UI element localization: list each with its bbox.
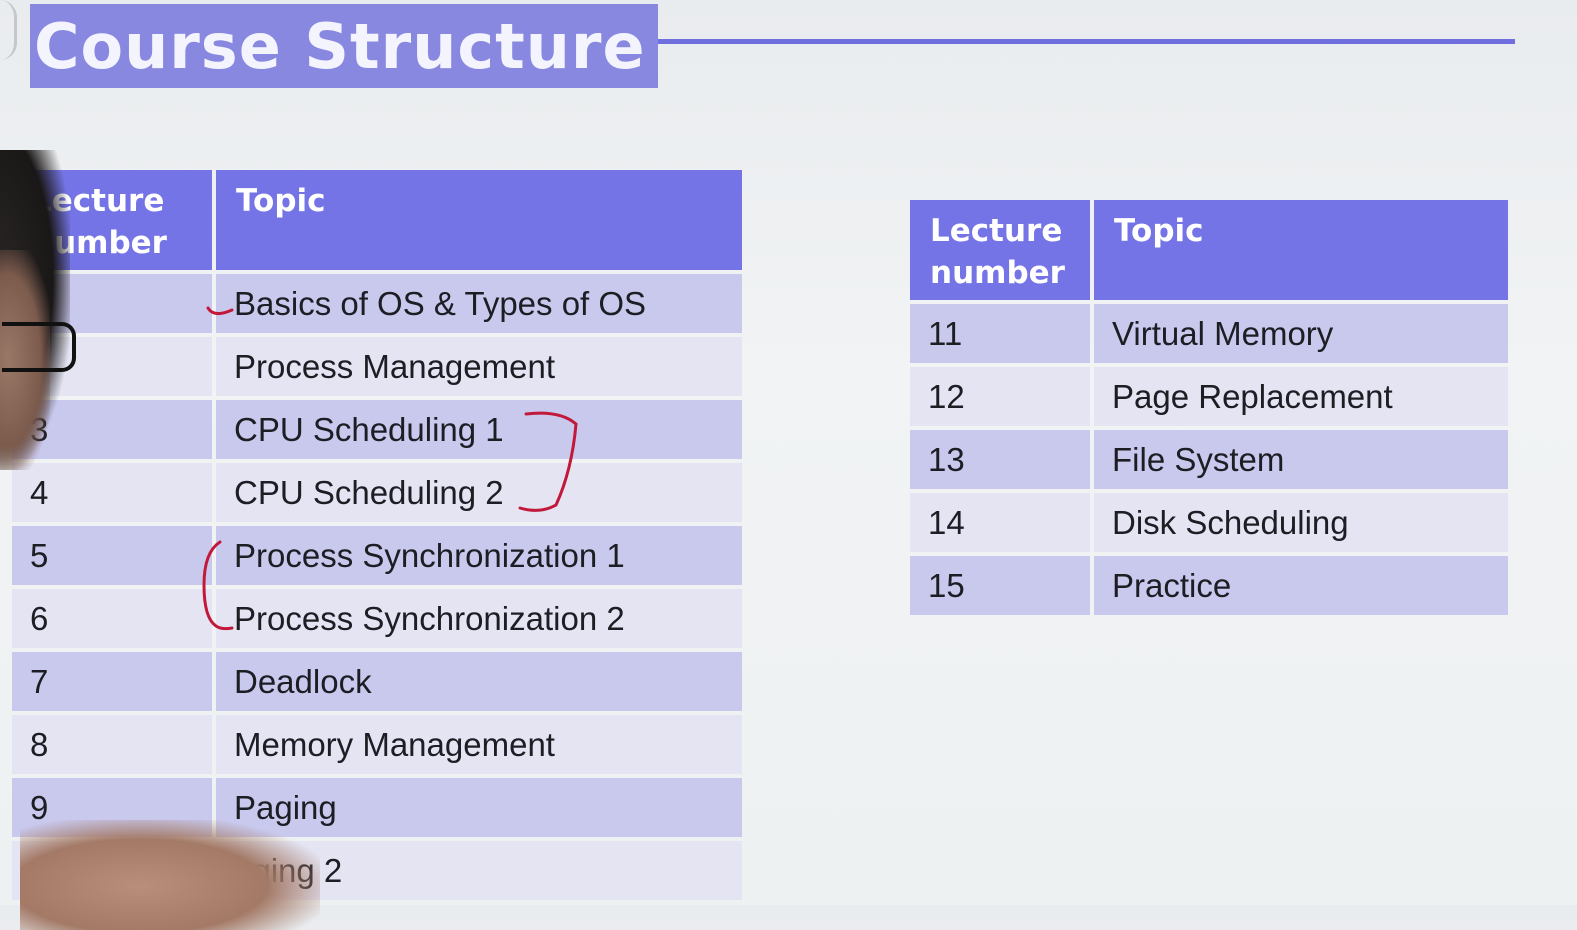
lecture-number: 6 bbox=[12, 589, 212, 648]
header-topic: Topic bbox=[216, 170, 742, 270]
table-row: 4 CPU Scheduling 2 bbox=[12, 463, 742, 522]
lecture-topic: Basics of OS & Types of OS bbox=[216, 274, 742, 333]
header-lecture-number: Lecture number bbox=[910, 200, 1090, 300]
table-row: 13 File System bbox=[910, 430, 1508, 489]
table-row: 6 Process Synchronization 2 bbox=[12, 589, 742, 648]
lecture-number: 14 bbox=[910, 493, 1090, 552]
table-row: 15 Practice bbox=[910, 556, 1508, 615]
lecture-number: 15 bbox=[910, 556, 1090, 615]
table-row: 3 CPU Scheduling 1 bbox=[12, 400, 742, 459]
table-row: Process Management bbox=[12, 337, 742, 396]
lecture-number: 13 bbox=[910, 430, 1090, 489]
lecture-topic: Memory Management bbox=[216, 715, 742, 774]
lecture-number: 11 bbox=[910, 304, 1090, 363]
lecture-topic: CPU Scheduling 2 bbox=[216, 463, 742, 522]
course-table-right: Lecture number Topic 11 Virtual Memory 1… bbox=[906, 196, 1512, 619]
lecture-topic: File System bbox=[1094, 430, 1508, 489]
presenter-hand bbox=[20, 820, 320, 930]
table-row: 11 Virtual Memory bbox=[910, 304, 1508, 363]
lecture-topic: Page Replacement bbox=[1094, 367, 1508, 426]
lecture-number: 12 bbox=[910, 367, 1090, 426]
table-row: 12 Page Replacement bbox=[910, 367, 1508, 426]
glasses-icon bbox=[2, 322, 76, 372]
table-row: 8 Memory Management bbox=[12, 715, 742, 774]
table-header-row: Lecture number Topic bbox=[910, 200, 1508, 300]
title-underline bbox=[658, 39, 1515, 44]
course-table-left: Lecture number Topic Basics of OS & Type… bbox=[8, 166, 746, 904]
lecture-number: 8 bbox=[12, 715, 212, 774]
lecture-topic: Virtual Memory bbox=[1094, 304, 1508, 363]
lecture-number: 5 bbox=[12, 526, 212, 585]
slide-title: Course Structure bbox=[34, 10, 646, 83]
header-topic: Topic bbox=[1094, 200, 1508, 300]
table-row: 5 Process Synchronization 1 bbox=[12, 526, 742, 585]
lecture-topic: CPU Scheduling 1 bbox=[216, 400, 742, 459]
lecture-topic: Disk Scheduling bbox=[1094, 493, 1508, 552]
lecture-number: 4 bbox=[12, 463, 212, 522]
table-row: Basics of OS & Types of OS bbox=[12, 274, 742, 333]
lecture-topic: Process Management bbox=[216, 337, 742, 396]
lecture-topic: Practice bbox=[1094, 556, 1508, 615]
table-row: 14 Disk Scheduling bbox=[910, 493, 1508, 552]
lecture-topic: Process Synchronization 1 bbox=[216, 526, 742, 585]
table-header-row: Lecture number Topic bbox=[12, 170, 742, 270]
table-row: 7 Deadlock bbox=[12, 652, 742, 711]
slide-edge-decoration bbox=[0, 0, 17, 60]
lecture-number: 7 bbox=[12, 652, 212, 711]
lecture-topic: Deadlock bbox=[216, 652, 742, 711]
lecture-topic: Process Synchronization 2 bbox=[216, 589, 742, 648]
